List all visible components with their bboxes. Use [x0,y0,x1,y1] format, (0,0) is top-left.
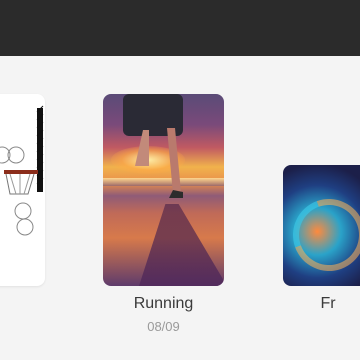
abstract-swirl [283,187,360,283]
carousel-item-title-running: Running [133,295,194,312]
carousel-item-date-running: 08/09 [147,319,180,334]
carousel-card-basketball[interactable] [0,94,45,286]
top-app-bar [0,0,360,56]
runner-illustration [123,94,183,198]
carousel-card-abstract[interactable] [283,165,360,286]
image-carousel[interactable]: Running 08/09 Fr [0,56,360,360]
carousel-card-running[interactable] [103,94,224,286]
basketball-hoop-illustration [0,105,44,236]
carousel-item-title-partial: Fr [320,295,336,312]
